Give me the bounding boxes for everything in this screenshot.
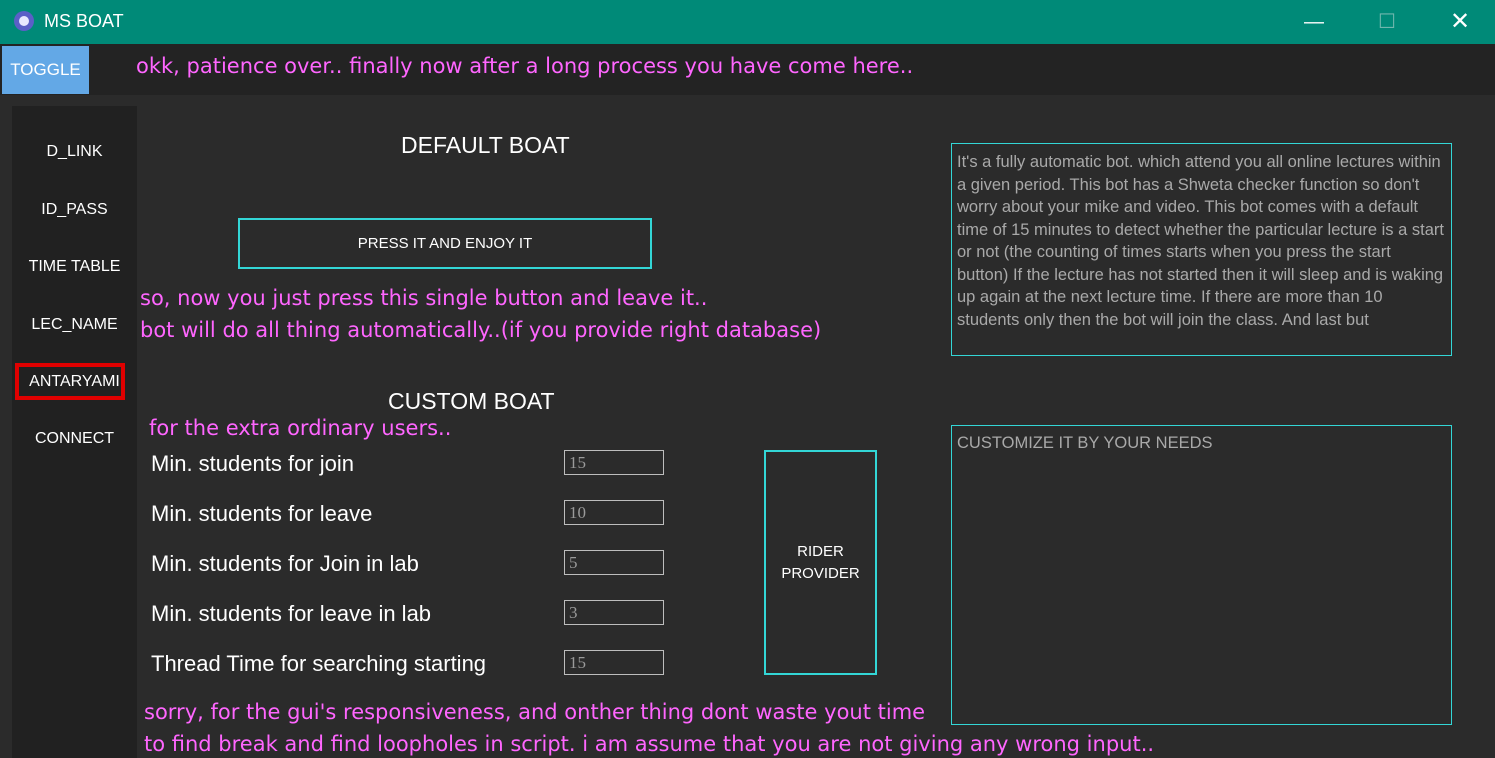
field-label-min-leave: Min. students for leave — [151, 501, 373, 526]
active-item-highlight — [15, 363, 125, 400]
sidebar-item-lec-name[interactable]: LEC_NAME — [12, 316, 137, 334]
sidebar-item-time-table[interactable]: TIME TABLE — [12, 258, 137, 276]
sidebar-item-connect[interactable]: CONNECT — [12, 430, 137, 448]
press-and-enjoy-button[interactable]: PRESS IT AND ENJOY IT — [238, 218, 652, 269]
customize-textbox[interactable]: CUSTOMIZE IT BY YOUR NEEDS — [951, 425, 1452, 725]
rider-label-line1: RIDER — [797, 542, 844, 560]
footer-line2: to find break and find loopholes in scri… — [144, 732, 1155, 756]
rider-provider-button[interactable]: RIDER PROVIDER — [764, 450, 877, 675]
top-message: okk, patience over.. finally now after a… — [136, 54, 914, 78]
maximize-button[interactable]: ☐ — [1351, 0, 1423, 44]
default-boat-title: DEFAULT BOAT — [401, 132, 570, 158]
close-button[interactable]: ✕ — [1424, 0, 1495, 44]
toggle-button[interactable]: TOGGLE — [2, 46, 89, 94]
sidebar: D_LINK ID_PASS TIME TABLE LEC_NAME ANTAR… — [12, 106, 137, 758]
app-logo-icon — [14, 11, 34, 31]
field-label-min-leave-lab: Min. students for leave in lab — [151, 601, 432, 626]
field-label-thread-time: Thread Time for searching starting — [151, 651, 487, 676]
custom-boat-title: CUSTOM BOAT — [388, 388, 555, 414]
min-join-input[interactable] — [564, 450, 664, 475]
sidebar-item-d-link[interactable]: D_LINK — [12, 143, 137, 161]
rider-label-line2: PROVIDER — [781, 564, 860, 582]
min-join-lab-input[interactable] — [564, 550, 664, 575]
thread-time-input[interactable] — [564, 650, 664, 675]
min-leave-input[interactable] — [564, 500, 664, 525]
title-bar — [0, 0, 1495, 44]
min-leave-lab-input[interactable] — [564, 600, 664, 625]
default-note-line2: bot will do all thing automatically..(if… — [140, 318, 822, 342]
footer-line1: sorry, for the gui's responsiveness, and… — [144, 700, 926, 724]
minimize-button[interactable]: — — [1278, 0, 1350, 44]
window-title: MS BOAT — [44, 11, 124, 31]
default-note-line1: so, now you just press this single butto… — [140, 286, 708, 310]
field-label-min-join-lab: Min. students for Join in lab — [151, 551, 419, 576]
custom-subtitle: for the extra ordinary users.. — [149, 416, 452, 440]
field-label-min-join: Min. students for join — [151, 451, 354, 476]
info-textbox[interactable]: It's a fully automatic bot. which attend… — [951, 143, 1452, 356]
sidebar-item-id-pass[interactable]: ID_PASS — [12, 201, 137, 219]
